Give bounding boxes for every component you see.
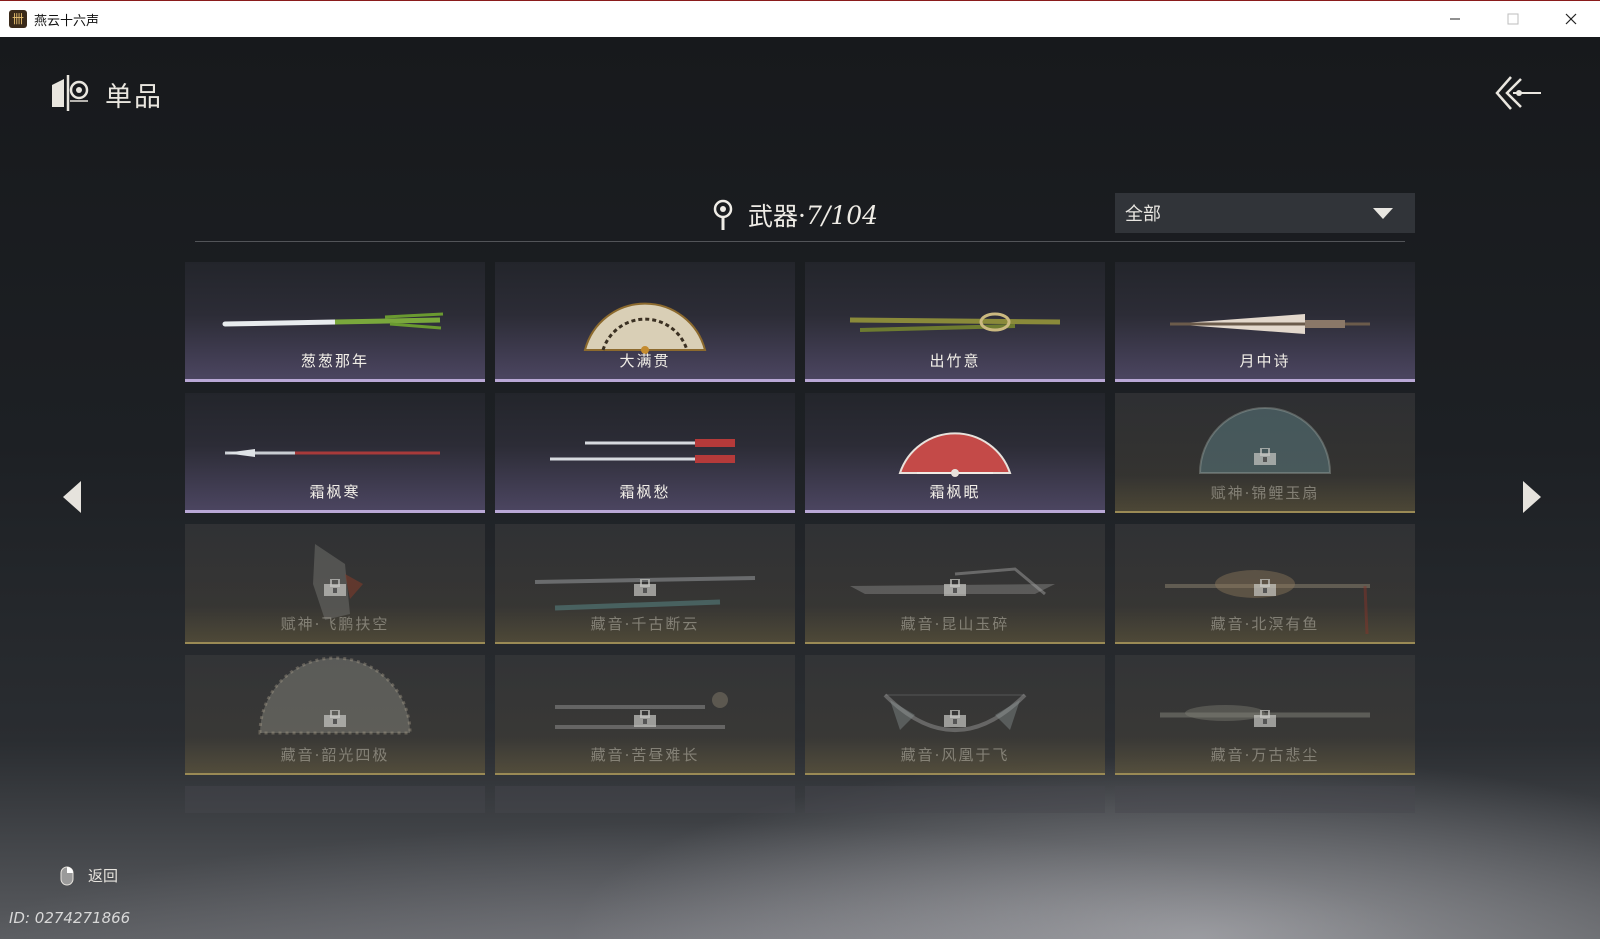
player-id: ID: 0274271866 <box>9 909 131 927</box>
item-name: 出竹意 <box>929 352 981 370</box>
lock-icon <box>944 579 966 596</box>
arrow-left-icon[interactable] <box>57 477 87 517</box>
item-name: 赋神·飞鹏扶空 <box>280 615 390 633</box>
filter-dropdown[interactable]: 全部 <box>1115 193 1415 233</box>
window-controls <box>1426 1 1600 37</box>
item-grid: 葱葱那年 大满贯 出竹意 月中诗霜枫寒 霜枫愁 霜枫眠 赋神·锦鲤玉扇赋神·飞鹏扶空 藏音·千… <box>185 262 1415 906</box>
item-card-locked[interactable]: 藏音·万古悲尘 <box>1115 655 1415 775</box>
item-card[interactable]: 葱葱那年 <box>185 262 485 382</box>
item-name: 藏音·昆山玉碎 <box>900 615 1010 633</box>
lock-icon <box>944 710 966 727</box>
item-name: 赋神·锦鲤玉扇 <box>1210 484 1320 502</box>
item-card-partial[interactable] <box>495 786 795 813</box>
filter-selected-value: 全部 <box>1125 204 1161 225</box>
minimize-icon[interactable] <box>1426 1 1484 37</box>
lock-icon <box>324 579 346 596</box>
collection-emblem-icon <box>52 75 89 111</box>
item-name: 月中诗 <box>1239 352 1291 370</box>
header-divider <box>195 241 1405 242</box>
location-pin-icon <box>713 199 733 230</box>
item-card-locked[interactable]: 藏音·北溟有鱼 <box>1115 524 1415 644</box>
maximize-icon[interactable] <box>1484 1 1542 37</box>
category-heading: 武器 · 7/ 104 <box>712 197 878 233</box>
game-app-icon: 卌 <box>9 10 27 28</box>
item-name: 藏音·万古悲尘 <box>1210 746 1320 764</box>
window-title: 燕云十六声 <box>34 13 100 29</box>
item-name: 藏音·风凰于飞 <box>900 746 1010 764</box>
lock-icon <box>634 579 656 596</box>
item-card-locked[interactable]: 藏音·千古断云 <box>495 524 795 644</box>
item-card-locked[interactable]: 藏音·风凰于飞 <box>805 655 1105 775</box>
item-card[interactable]: 霜枫愁 <box>495 393 795 513</box>
item-name: 霜枫愁 <box>619 483 671 501</box>
game-viewport: 单品 武器 · 7/ 104 全部 葱葱那年 大满贯 出竹意 月中诗霜枫寒 霜枫愁 霜枫眠… <box>0 37 1600 939</box>
back-arrows-icon[interactable] <box>1495 73 1543 113</box>
item-name: 藏音·苦昼难长 <box>590 746 700 764</box>
window-titlebar: 卌 燕云十六声 <box>0 0 1600 37</box>
item-card-locked[interactable]: 藏音·苦昼难长 <box>495 655 795 775</box>
item-name: 藏音·韶光四极 <box>280 746 390 764</box>
item-name: 霜枫眠 <box>929 483 981 501</box>
return-label: 返回 <box>88 867 119 885</box>
lock-icon <box>1254 448 1276 465</box>
return-button[interactable]: 返回 <box>60 865 118 886</box>
item-card-locked[interactable]: 赋神·飞鹏扶空 <box>185 524 485 644</box>
item-card[interactable]: 霜枫眠 <box>805 393 1105 513</box>
category-name: 武器 <box>748 202 799 231</box>
lock-icon <box>634 710 656 727</box>
item-name: 藏音·千古断云 <box>590 615 700 633</box>
item-card[interactable]: 大满贯 <box>495 262 795 382</box>
chevron-down-icon <box>1373 208 1393 219</box>
item-name: 葱葱那年 <box>300 352 369 370</box>
page-title: 单品 <box>105 82 163 113</box>
item-card[interactable]: 霜枫寒 <box>185 393 485 513</box>
item-card-locked[interactable]: 藏音·韶光四极 <box>185 655 485 775</box>
item-card-partial[interactable] <box>1115 786 1415 813</box>
item-card-partial[interactable] <box>185 786 485 813</box>
arrow-right-icon[interactable] <box>1517 477 1547 517</box>
item-card[interactable]: 出竹意 <box>805 262 1105 382</box>
total-count: 104 <box>830 200 879 230</box>
close-icon[interactable] <box>1542 1 1600 37</box>
lock-icon <box>1254 579 1276 596</box>
item-card-locked[interactable]: 赋神·锦鲤玉扇 <box>1115 393 1415 513</box>
owned-count: 7/ <box>805 200 831 230</box>
item-name: 藏音·北溟有鱼 <box>1210 615 1320 633</box>
item-card[interactable]: 月中诗 <box>1115 262 1415 382</box>
item-name: 霜枫寒 <box>309 483 361 501</box>
item-name: 大满贯 <box>619 352 671 370</box>
item-card-locked[interactable]: 藏音·昆山玉碎 <box>805 524 1105 644</box>
item-card-partial[interactable] <box>805 786 1105 813</box>
lock-icon <box>1254 710 1276 727</box>
category-separator: · <box>798 200 806 230</box>
lock-icon <box>324 710 346 727</box>
mouse-right-click-icon <box>60 866 74 885</box>
